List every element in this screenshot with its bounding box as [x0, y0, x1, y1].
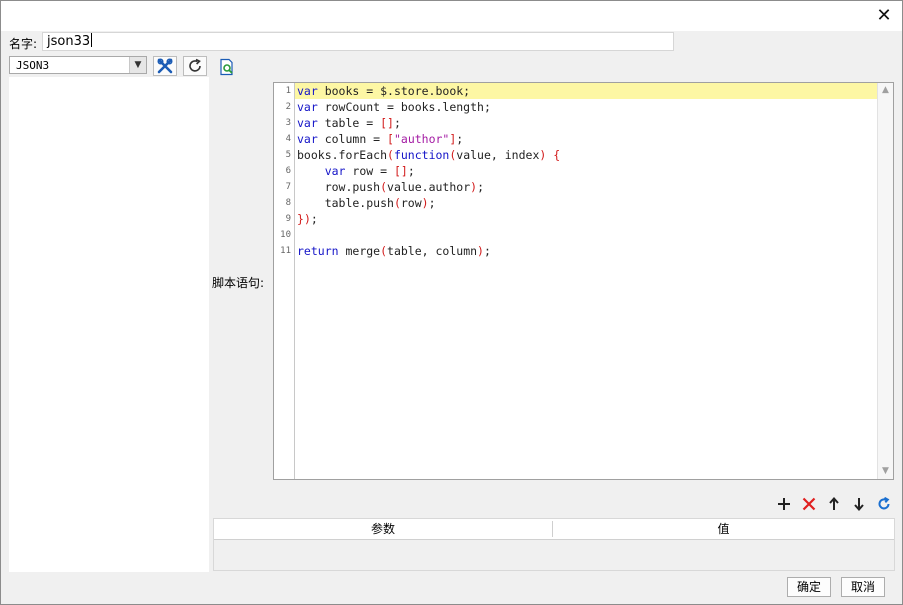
name-label: 名字:	[9, 37, 38, 51]
code-line[interactable]: ​	[295, 227, 877, 243]
add-icon	[778, 498, 790, 510]
script-editor[interactable]: 1 2 3 4 5 6 7 8 9 10 11 var books = $.store.book; v…	[273, 82, 894, 480]
name-value: json33	[47, 34, 91, 49]
line-number: 11	[280, 246, 291, 256]
close-icon: ✕	[876, 5, 892, 26]
scroll-down-icon[interactable]: ▼	[878, 464, 893, 479]
name-input[interactable]: json33	[42, 32, 674, 51]
line-number: 9	[285, 214, 291, 224]
scroll-up-icon[interactable]: ▲	[878, 83, 893, 98]
param-name-header[interactable]: 参数	[214, 519, 552, 539]
code-line[interactable]: var rowCount = books.length;	[295, 99, 877, 115]
code-line[interactable]: return merge(table, column);	[295, 243, 877, 259]
params-table[interactable]: 参数 值	[213, 518, 895, 571]
datasource-tree-pane[interactable]	[9, 77, 209, 572]
close-button[interactable]: ✕	[874, 6, 894, 26]
params-table-header: 参数 值	[214, 519, 894, 540]
script-label: 脚本语句:	[212, 276, 265, 290]
move-down-button[interactable]	[850, 495, 868, 513]
line-number: 10	[280, 230, 291, 240]
line-number: 5	[285, 150, 291, 160]
move-up-icon	[829, 496, 839, 510]
tools-button[interactable]	[153, 56, 177, 76]
line-number-gutter: 1 2 3 4 5 6 7 8 9 10 11	[274, 83, 295, 479]
code-line[interactable]: var books = $.store.book;	[295, 83, 877, 99]
line-number: 6	[285, 166, 291, 176]
delete-icon	[802, 497, 816, 511]
chevron-down-icon[interactable]: ▼	[129, 57, 146, 73]
code-line[interactable]: row.push(value.author);	[295, 179, 877, 195]
code-area[interactable]: var books = $.store.book; var rowCount = …	[295, 83, 877, 479]
refresh-button[interactable]	[183, 56, 207, 76]
code-line[interactable]: books.forEach(function(value, index) {	[295, 147, 877, 163]
code-line[interactable]: var row = [];	[295, 163, 877, 179]
line-number: 2	[285, 102, 291, 112]
refresh-icon	[878, 496, 890, 510]
param-value-header[interactable]: 值	[553, 519, 894, 539]
tools-icon	[157, 58, 173, 74]
preview-button[interactable]	[218, 58, 236, 76]
add-param-button[interactable]	[775, 495, 793, 513]
cancel-button[interactable]: 取消	[841, 577, 885, 597]
datasource-select[interactable]: JSON3 ▼	[9, 56, 147, 74]
line-number: 3	[285, 118, 291, 128]
refresh-icon	[189, 58, 201, 72]
ok-button[interactable]: 确定	[787, 577, 831, 597]
datasource-selected-value: JSON3	[16, 59, 50, 72]
preview-icon	[220, 58, 233, 76]
code-line[interactable]: var table = [];	[295, 115, 877, 131]
code-line[interactable]: table.push(row);	[295, 195, 877, 211]
move-down-icon	[854, 498, 864, 512]
line-number: 7	[285, 182, 291, 192]
script-dataset-dialog: ✕ 名字: json33 JSON3 ▼ 脚本语句: 1 2 3 4 5 6 7 8 9 10 11…	[0, 0, 903, 605]
move-up-button[interactable]	[825, 495, 843, 513]
code-line[interactable]: var column = ["author"];	[295, 131, 877, 147]
delete-param-button[interactable]	[800, 495, 818, 513]
editor-scrollbar[interactable]: ▲ ▼	[877, 83, 893, 479]
refresh-params-button[interactable]	[875, 495, 893, 513]
title-bar: ✕	[1, 1, 902, 31]
line-number: 1	[285, 86, 291, 96]
line-number: 8	[285, 198, 291, 208]
line-number: 4	[285, 134, 291, 144]
code-line[interactable]: });	[295, 211, 877, 227]
text-caret	[91, 33, 93, 47]
